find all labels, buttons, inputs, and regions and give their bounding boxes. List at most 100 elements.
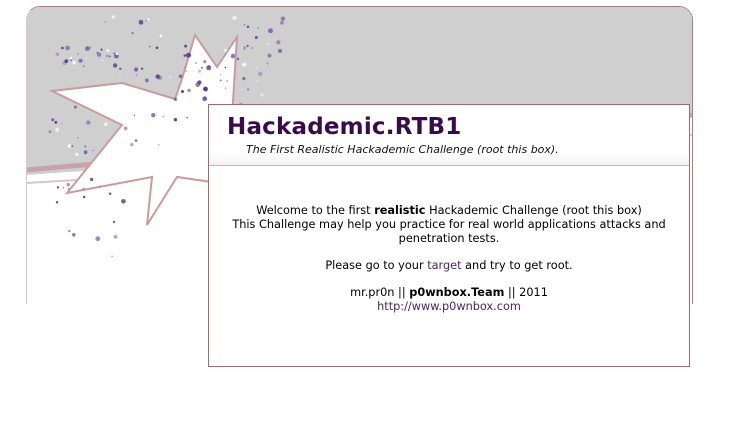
star-dot [149, 45, 151, 48]
author-name: mr.pr0n [350, 286, 395, 299]
star-dot [82, 187, 85, 191]
website-line: http://www.p0wnbox.com [209, 300, 689, 314]
team-name: p0wnbox.Team [409, 286, 505, 299]
challenge-line-end: penetration tests. [398, 232, 500, 245]
star-dot [55, 201, 59, 204]
star-dot [113, 234, 118, 239]
star-dot [173, 118, 178, 122]
star-dot [68, 229, 71, 233]
star-dot [202, 96, 207, 101]
star-dot [69, 56, 73, 60]
star-dot [225, 87, 227, 89]
star-dot [102, 177, 104, 179]
star-dot [185, 70, 188, 73]
star-dot [162, 115, 165, 118]
star-dot [173, 97, 178, 102]
star-dot [95, 236, 101, 242]
star-dot [67, 188, 70, 190]
content-panel: Hackademic.RTB1 The First Realistic Hack… [208, 104, 690, 367]
star-dot [133, 114, 135, 116]
star-dot [86, 120, 91, 125]
star-dot [112, 63, 118, 68]
star-dot [186, 116, 189, 119]
star-dot [228, 85, 232, 89]
star-dot [155, 46, 159, 50]
star-dot [72, 233, 76, 237]
star-dot [276, 40, 281, 45]
star-dot [101, 59, 104, 61]
welcome-paragraph: Welcome to the first realistic Hackademi… [209, 204, 689, 246]
star-dot [109, 55, 111, 58]
star-dot [260, 93, 264, 97]
star-dot [267, 53, 272, 58]
instruction-paragraph: Please go to your target and try to get … [209, 259, 689, 273]
star-dot [89, 46, 92, 49]
separator: || [394, 286, 410, 299]
star-dot [65, 45, 70, 51]
star-dot [104, 122, 108, 127]
star-dot [243, 23, 246, 26]
star-dot [82, 65, 85, 68]
star-dot [66, 182, 70, 187]
star-dot [61, 46, 64, 50]
star-dot [278, 49, 282, 53]
star-dot [224, 66, 227, 69]
star-dot [75, 152, 79, 157]
credits-line: mr.pr0n || p0wnbox.Team || 2011 [209, 286, 689, 300]
separator: || [504, 286, 520, 299]
star-dot [98, 185, 101, 188]
star-dot [169, 76, 172, 78]
star-dot [230, 53, 236, 59]
star-dot [63, 187, 65, 189]
star-dot [134, 139, 138, 142]
star-dot [135, 74, 138, 76]
star-dot [130, 142, 134, 147]
star-dot [112, 220, 116, 224]
star-dot [201, 66, 204, 69]
star-dot [280, 21, 284, 25]
star-dot [83, 150, 88, 155]
star-dot [182, 107, 187, 112]
star-dot [147, 18, 150, 21]
welcome-text-bold: realistic [374, 204, 426, 217]
star-dot [131, 31, 134, 35]
star-dot [54, 120, 58, 124]
star-dot [60, 122, 63, 125]
star-dot [224, 48, 228, 52]
star-dot [55, 127, 60, 132]
welcome-text-pre: Welcome to the first [256, 204, 375, 217]
star-dot [140, 67, 144, 70]
star-dot [157, 75, 162, 80]
target-link[interactable]: target [427, 259, 461, 272]
star-dot [108, 192, 112, 195]
star-dot [226, 80, 228, 82]
star-dot [119, 67, 122, 70]
star-dot [247, 88, 250, 91]
star-dot [64, 59, 69, 63]
star-dot [119, 74, 121, 76]
website-link[interactable]: http://www.p0wnbox.com [377, 300, 521, 313]
star-dot [100, 48, 103, 51]
star-dot [116, 106, 119, 109]
star-dot [168, 113, 170, 115]
star-dot [105, 54, 109, 58]
star-dot [232, 15, 237, 20]
star-dot [123, 126, 128, 131]
star-dot [257, 27, 260, 30]
year: 2011 [519, 286, 548, 299]
star-dot [111, 15, 116, 19]
star-dot [246, 44, 249, 48]
star-dot [251, 47, 254, 50]
star-dot [242, 77, 246, 81]
credits-paragraph: mr.pr0n || p0wnbox.Team || 2011 http://w… [209, 286, 689, 314]
star-dot [111, 255, 113, 258]
star-dot [256, 80, 259, 82]
star-dot [187, 88, 191, 93]
star-dot [184, 44, 188, 48]
star-dot [56, 186, 60, 189]
star-dot [241, 63, 245, 67]
star-dot [96, 52, 102, 57]
star-dot [78, 58, 83, 63]
site-title: Hackademic.RTB1 [227, 114, 462, 140]
star-dot [203, 60, 207, 64]
